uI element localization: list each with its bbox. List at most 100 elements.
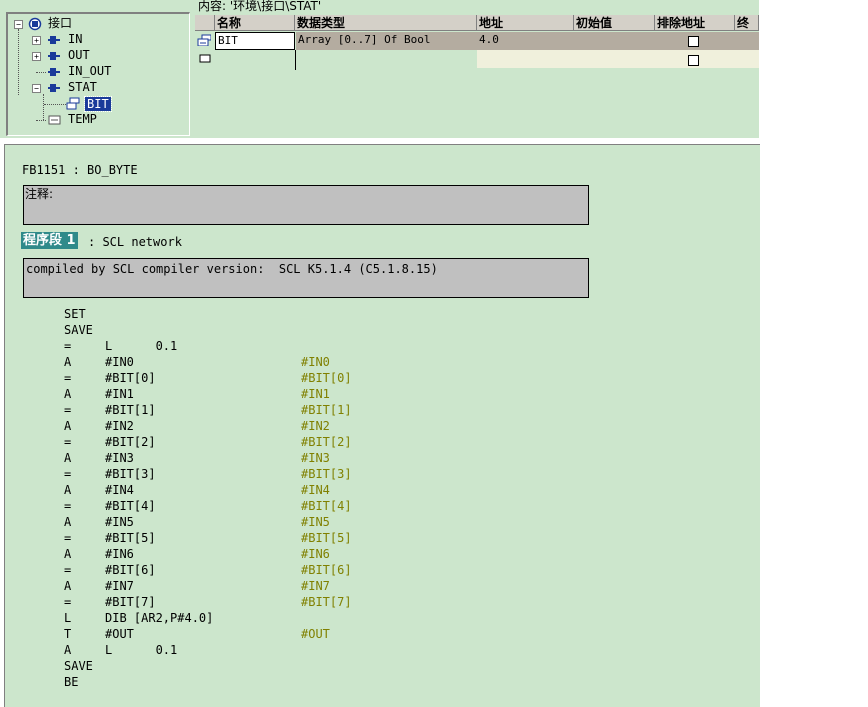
collapse-stat-icon[interactable]: −: [32, 84, 41, 93]
declaration-table[interactable]: 名称 数据类型 地址 初始值 排除地址 终准 BIT Array [0..7] …: [195, 15, 759, 138]
code-op: =: [64, 371, 72, 385]
network-comment-box[interactable]: compiled by SCL compiler version: SCL K5…: [23, 258, 589, 298]
code-comment: #IN6: [301, 547, 330, 561]
parameter-stat-icon: [48, 84, 60, 92]
cell-type[interactable]: Array [0..7] Of Bool: [296, 32, 477, 50]
code-operand: #BIT[0]: [105, 371, 156, 385]
expand-out-icon[interactable]: +: [32, 52, 41, 61]
code-op: BE: [64, 675, 79, 689]
temp-icon: [48, 115, 61, 125]
code-op: A: [64, 451, 72, 465]
code-op: A: [64, 419, 72, 433]
col-header-name[interactable]: 名称: [215, 15, 295, 31]
code-operand: #IN1: [105, 387, 134, 401]
collapse-root-icon[interactable]: −: [14, 20, 23, 29]
col-header-end[interactable]: 终准: [735, 15, 759, 31]
code-operand: #BIT[7]: [105, 595, 156, 609]
tree-item-out[interactable]: OUT: [68, 48, 90, 62]
code-op: SAVE: [64, 323, 93, 337]
code-comment: #BIT[5]: [301, 531, 352, 545]
content-path-label: 内容: '环境\接口\STAT': [198, 0, 322, 13]
code-comment: #IN3: [301, 451, 330, 465]
parameter-out-icon: [48, 52, 60, 60]
code-comment: #BIT[1]: [301, 403, 352, 417]
code-op: A: [64, 643, 72, 657]
col-header-type[interactable]: 数据类型: [295, 15, 477, 31]
row-header-corner: [195, 15, 215, 31]
code-operand: #BIT[3]: [105, 467, 156, 481]
code-op: =: [64, 435, 72, 449]
tree-item-in[interactable]: IN: [68, 32, 82, 46]
code-comment: #IN0: [301, 355, 330, 369]
code-comment: #IN4: [301, 483, 330, 497]
parameter-inout-icon: [48, 68, 60, 76]
code-comment: #IN5: [301, 515, 330, 529]
code-operand: #IN0: [105, 355, 134, 369]
code-comment: #IN7: [301, 579, 330, 593]
code-operand: DIB [AR2,P#4.0]: [105, 611, 214, 625]
code-op: =: [64, 595, 72, 609]
tree-item-in-out[interactable]: IN_OUT: [68, 64, 111, 78]
code-comment: #IN2: [301, 419, 330, 433]
code-operand: #IN5: [105, 515, 134, 529]
code-comment: #BIT[4]: [301, 499, 352, 513]
code-comment: #BIT[7]: [301, 595, 352, 609]
tree-item-bit-selected[interactable]: BIT: [84, 96, 112, 112]
code-comment: #IN1: [301, 387, 330, 401]
interface-icon: [28, 17, 42, 31]
col-header-exclude[interactable]: 排除地址: [655, 15, 735, 31]
block-title: FB1151 : BO_BYTE: [22, 163, 138, 177]
interface-tree[interactable]: − 接口 + IN + OUT IN_OUT − STAT BIT TEMP: [6, 12, 190, 136]
code-operand: #BIT[2]: [105, 435, 156, 449]
array-row-icon: [197, 34, 211, 46]
code-operand: #IN7: [105, 579, 134, 593]
code-op: =: [64, 467, 72, 481]
code-editor[interactable]: FB1151 : BO_BYTE 注释: 程序段 1 : SCL network…: [4, 144, 760, 707]
cell-address[interactable]: 4.0: [477, 32, 759, 50]
code-op: SAVE: [64, 659, 93, 673]
comment-label: 注释:: [25, 187, 54, 201]
cell-address-row2[interactable]: [477, 50, 759, 68]
code-op: =: [64, 339, 72, 353]
code-op: A: [64, 483, 72, 497]
code-operand: L 0.1: [105, 643, 178, 657]
code-operand: #BIT[4]: [105, 499, 156, 513]
code-op: A: [64, 547, 72, 561]
code-comment: #OUT: [301, 627, 330, 641]
code-comment: #BIT[0]: [301, 371, 352, 385]
code-operand: L 0.1: [105, 339, 178, 353]
col-header-initial[interactable]: 初始值: [574, 15, 655, 31]
tree-item-stat[interactable]: STAT: [68, 80, 97, 94]
empty-row-icon: [199, 54, 211, 63]
code-op: SET: [64, 307, 86, 321]
code-comment: #BIT[2]: [301, 435, 352, 449]
exclude-checkbox-row2[interactable]: [688, 55, 699, 66]
code-op: =: [64, 499, 72, 513]
tree-root-label[interactable]: 接口: [48, 16, 72, 30]
network-label[interactable]: 程序段 1: [21, 232, 78, 249]
col-header-address[interactable]: 地址: [477, 15, 574, 31]
block-comment-box[interactable]: 注释:: [23, 185, 589, 225]
code-operand: #IN4: [105, 483, 134, 497]
code-operand: #BIT[1]: [105, 403, 156, 417]
code-operand: #IN2: [105, 419, 134, 433]
code-op: A: [64, 387, 72, 401]
code-comment: #BIT[6]: [301, 563, 352, 577]
code-operand: #IN6: [105, 547, 134, 561]
code-op: =: [64, 403, 72, 417]
code-op: =: [64, 563, 72, 577]
code-operand: #BIT[6]: [105, 563, 156, 577]
code-op: A: [64, 355, 72, 369]
code-op: A: [64, 515, 72, 529]
code-operand: #BIT[5]: [105, 531, 156, 545]
tree-item-temp[interactable]: TEMP: [68, 112, 97, 126]
cell-name[interactable]: BIT: [215, 32, 295, 50]
array-variable-icon: [66, 97, 80, 110]
expand-in-icon[interactable]: +: [32, 36, 41, 45]
network-comment: compiled by SCL compiler version: SCL K5…: [26, 262, 438, 276]
exclude-checkbox-row1[interactable]: [688, 36, 699, 47]
code-operand: #IN3: [105, 451, 134, 465]
network-title[interactable]: : SCL network: [88, 235, 182, 249]
code-op: A: [64, 579, 72, 593]
code-op: L: [64, 611, 72, 625]
